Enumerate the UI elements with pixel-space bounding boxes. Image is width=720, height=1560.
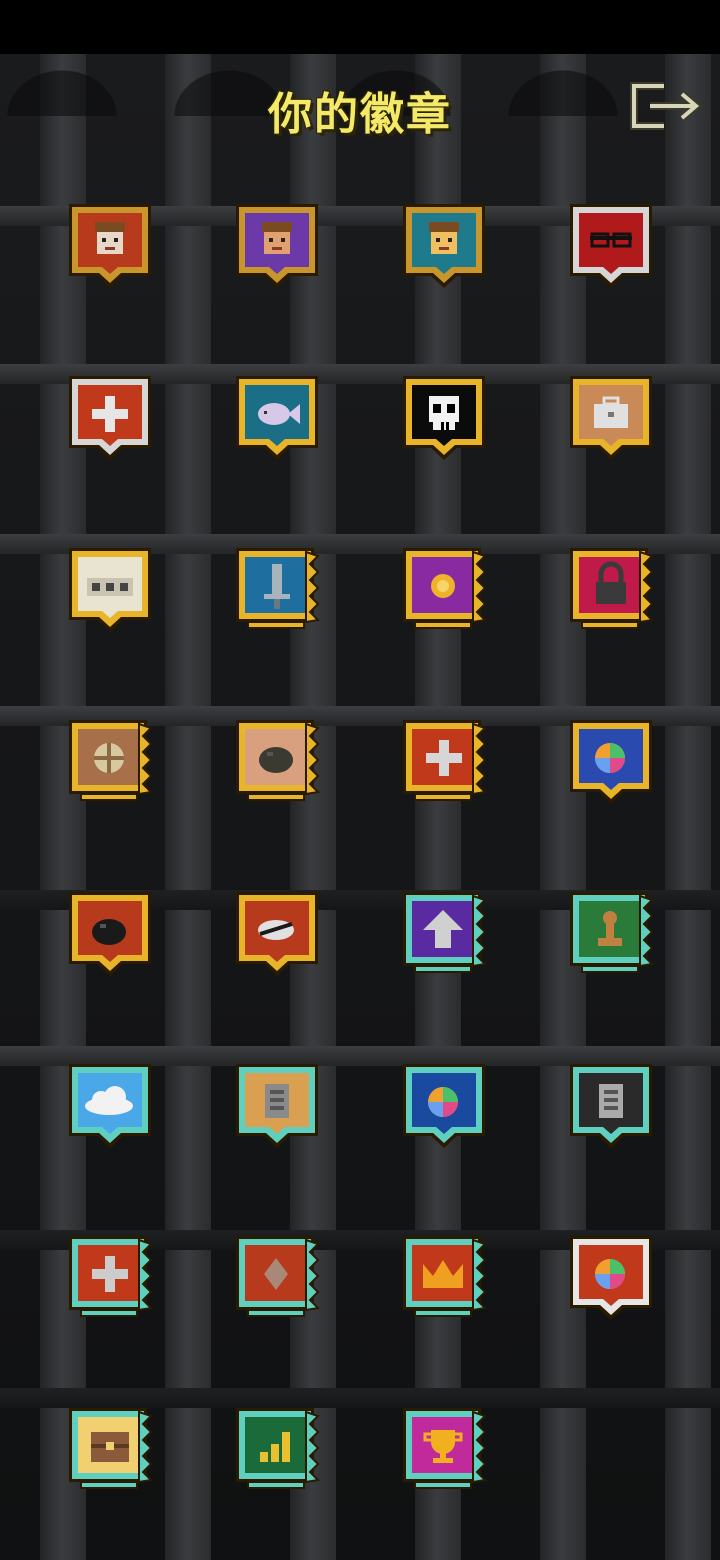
bar-chart-icon (236, 1408, 320, 1489)
badge-item[interactable] (67, 546, 153, 634)
badge-item[interactable] (401, 890, 487, 978)
trophy-icon (403, 1408, 487, 1489)
health-cross-icon (69, 1236, 153, 1317)
rogue-portrait-icon (403, 204, 485, 288)
skull-icon (403, 376, 485, 460)
wheel-icon (69, 720, 153, 801)
padlock-icon (570, 548, 654, 629)
badge-item[interactable] (568, 374, 654, 462)
sword-icon (236, 548, 320, 629)
badge-item[interactable] (401, 202, 487, 290)
bomb-icon (69, 892, 151, 976)
glasses-portrait-icon (570, 204, 652, 288)
badge-item[interactable] (568, 546, 654, 634)
badge-item[interactable] (67, 890, 153, 978)
badge-item[interactable] (568, 1062, 654, 1150)
chest-icon (570, 376, 652, 460)
cloud-icon (69, 1064, 151, 1148)
warrior-portrait-icon (69, 204, 151, 288)
badge-item[interactable] (234, 1234, 320, 1322)
rainbow-orb-icon (403, 1064, 485, 1148)
health-cross-icon (403, 720, 487, 801)
badge-item[interactable] (401, 718, 487, 806)
rainbow-orb-icon (570, 720, 652, 804)
rainbow-orb-icon (570, 1236, 652, 1320)
badge-item[interactable] (401, 546, 487, 634)
badge-item[interactable] (67, 1234, 153, 1322)
badge-item[interactable] (568, 890, 654, 978)
treasure-chest-icon (69, 1408, 153, 1489)
mage-portrait-icon (236, 204, 318, 288)
badge-item[interactable] (568, 202, 654, 290)
bell-icon (236, 892, 318, 976)
gem-icon (236, 1236, 320, 1317)
badge-item[interactable] (234, 202, 320, 290)
badge-item[interactable] (568, 1234, 654, 1322)
stone-tablet-icon (570, 1064, 652, 1148)
ellipsis-icon (69, 548, 151, 632)
shelf-divider (0, 1388, 720, 1408)
badge-item[interactable] (67, 202, 153, 290)
exit-button[interactable] (628, 80, 704, 132)
badge-item[interactable] (234, 718, 320, 806)
badge-item[interactable] (568, 718, 654, 806)
badge-item[interactable] (234, 546, 320, 634)
badge-item[interactable] (401, 1406, 487, 1494)
health-cross-icon (69, 376, 151, 460)
up-arrow-icon (403, 892, 487, 973)
exit-icon (630, 82, 703, 130)
badge-item[interactable] (401, 1234, 487, 1322)
crown-icon (403, 1236, 487, 1317)
gold-coin-icon (403, 548, 487, 629)
page-title: 你的徽章 (268, 89, 452, 140)
fish-icon (236, 376, 318, 460)
badge-item[interactable] (234, 890, 320, 978)
badge-item[interactable] (401, 1062, 487, 1150)
stone-icon (236, 720, 320, 801)
badge-item[interactable] (67, 1406, 153, 1494)
badge-item[interactable] (234, 1406, 320, 1494)
badge-item[interactable] (234, 374, 320, 462)
badge-item[interactable] (67, 1062, 153, 1150)
badge-item[interactable] (67, 374, 153, 462)
stone-tablet-icon (236, 1064, 318, 1148)
badge-item[interactable] (234, 1062, 320, 1150)
badge-item[interactable] (67, 718, 153, 806)
badge-item[interactable] (401, 374, 487, 462)
pawn-icon (570, 892, 654, 973)
